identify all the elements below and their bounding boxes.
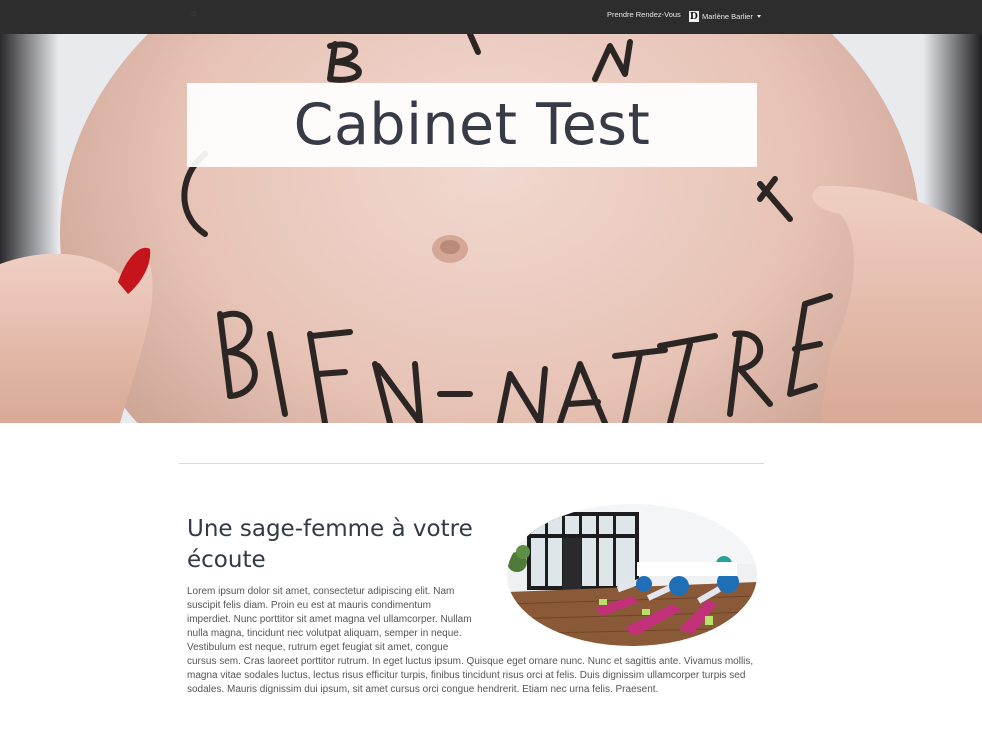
user-name: Marlène Barlier bbox=[702, 11, 753, 21]
hero-banner: Cabinet Test bbox=[0, 34, 982, 423]
section-divider bbox=[179, 463, 764, 464]
hero-title-box: Cabinet Test bbox=[187, 83, 757, 167]
section-title: Une sage-femme à votre écoute bbox=[187, 516, 473, 573]
appointment-link[interactable]: Prendre Rendez-Vous bbox=[607, 10, 681, 19]
user-logo: D bbox=[689, 9, 699, 22]
top-navbar: ≡ Prendre Rendez-Vous D Marlène Barlier bbox=[0, 0, 982, 34]
page-title: Cabinet Test bbox=[293, 92, 651, 158]
user-menu-toggle[interactable]: D Marlène Barlier bbox=[689, 10, 761, 22]
collapse-icon[interactable]: ≡ bbox=[191, 10, 199, 20]
image-float-spacer bbox=[475, 585, 757, 655]
section-body: Lorem ipsum dolor sit amet, consectetur … bbox=[187, 585, 757, 697]
caret-down-icon bbox=[756, 14, 761, 18]
